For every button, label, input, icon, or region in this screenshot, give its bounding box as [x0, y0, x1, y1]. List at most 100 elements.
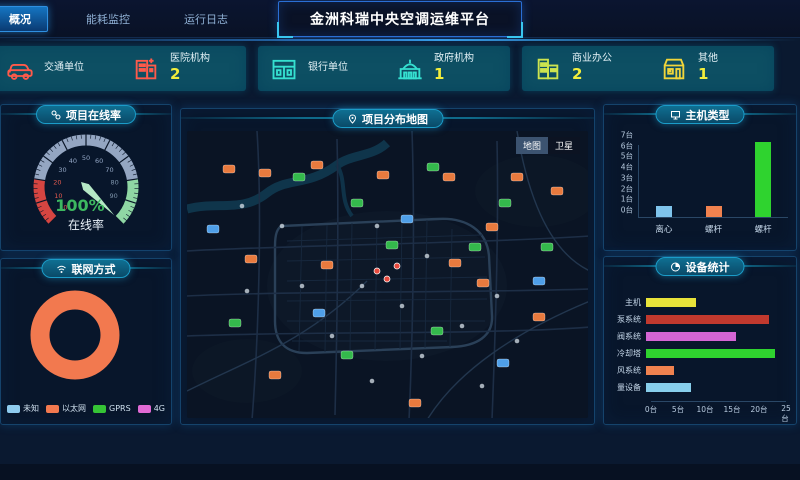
map-marker-blue[interactable] [401, 215, 413, 223]
map-marker-orange[interactable] [443, 173, 455, 181]
map-marker-dot[interactable] [300, 284, 305, 289]
legend-label: GPRS [109, 404, 131, 413]
wifi-icon [57, 264, 67, 274]
map-marker-dot[interactable] [370, 379, 375, 384]
map-marker-orange[interactable] [449, 259, 461, 267]
stat-item-医院机构[interactable]: 医院机构2 [120, 53, 246, 84]
map-marker-dot[interactable] [280, 224, 285, 229]
map-marker-orange[interactable] [321, 261, 333, 269]
online-rate-gauge: 0102030405060708090100%在线率 [1, 123, 171, 250]
map-marker-orange[interactable] [551, 187, 563, 195]
panel-title: 设备统计 [686, 259, 730, 275]
svg-text:90: 90 [109, 192, 117, 200]
panel-network-type: 联网方式 未知 以太网 GPRS 4G [0, 258, 172, 425]
x-tick: 20台 [750, 404, 767, 415]
legend-item-GPRS[interactable]: GPRS [93, 403, 131, 414]
map-marker-blue[interactable] [313, 309, 325, 317]
panel-network-header: 联网方式 [42, 259, 131, 278]
stat-item-政府机构[interactable]: 政府机构1 [384, 53, 510, 84]
map-marker-dot[interactable] [360, 284, 365, 289]
map-marker-green[interactable] [431, 327, 443, 335]
map-marker-green[interactable] [293, 173, 305, 181]
nav-tab-1[interactable]: 概况 [0, 6, 48, 32]
shop-icon [660, 55, 688, 83]
panel-device-stats: 设备统计 主机泵系统阀系统冷却塔风系统量设备0台5台10台15台20台25台 [603, 256, 797, 425]
x-label: 螺杆 [705, 223, 722, 235]
device-row-主机: 主机 [610, 297, 786, 308]
monitor-icon [671, 110, 681, 120]
map-marker-orange[interactable] [533, 313, 545, 321]
device-row-冷却塔: 冷却塔 [610, 348, 786, 359]
map-marker-pin[interactable] [384, 276, 390, 282]
device-bar [646, 383, 691, 392]
map-marker-pin[interactable] [394, 263, 400, 269]
x-label: 螺杆 [755, 223, 772, 235]
map-layer-button-卫星[interactable]: 卫星 [548, 137, 580, 154]
network-legend: 未知 以太网 GPRS 4G [1, 403, 171, 414]
y-tick: 6台 [621, 140, 633, 151]
device-row-风系统: 风系统 [610, 365, 786, 376]
platform-title-box: 金洲科瑞中央空调运维平台 [278, 1, 522, 37]
stat-item-其他[interactable]: 其他1 [648, 53, 774, 84]
map-marker-blue[interactable] [497, 359, 509, 367]
stat-label: 政府机构 [434, 53, 474, 66]
nav-tab-2[interactable]: 能耗监控 [70, 7, 146, 31]
map-marker-dot[interactable] [330, 334, 335, 339]
device-bar [646, 298, 696, 307]
map-marker-green[interactable] [499, 199, 511, 207]
map-marker-blue[interactable] [207, 225, 219, 233]
y-tick: 2台 [621, 183, 633, 194]
device-label: 冷却塔 [610, 348, 646, 359]
map-marker-orange[interactable] [311, 161, 323, 169]
map-marker-orange[interactable] [511, 173, 523, 181]
panel-project-map: 项目分布地图 [180, 108, 595, 425]
stat-item-银行单位[interactable]: 银行单位 [258, 55, 384, 83]
map-marker-orange[interactable] [223, 165, 235, 173]
device-label: 阀系统 [610, 331, 646, 342]
map-marker-orange[interactable] [269, 371, 281, 379]
panel-host-type-header: 主机类型 [656, 105, 745, 124]
y-tick: 3台 [621, 172, 633, 183]
nav-tab-3[interactable]: 运行日志 [168, 7, 244, 31]
map-marker-dot[interactable] [495, 294, 500, 299]
map-marker-dot[interactable] [420, 354, 425, 359]
legend-label: 以太网 [62, 403, 86, 414]
y-tick: 1台 [621, 194, 633, 205]
map-layer-button-地图[interactable]: 地图 [516, 137, 548, 154]
legend-label: 4G [154, 404, 165, 413]
map-marker-green[interactable] [386, 241, 398, 249]
svg-text:100%: 100% [55, 196, 104, 215]
map-marker-dot[interactable] [245, 289, 250, 294]
hospital-icon [132, 55, 160, 83]
x-tick: 25台 [781, 404, 791, 424]
legend-item-未知[interactable]: 未知 [7, 403, 39, 414]
map-marker-green[interactable] [541, 243, 553, 251]
map-marker-dot[interactable] [240, 204, 245, 209]
map-marker-green[interactable] [341, 351, 353, 359]
map-marker-blue[interactable] [533, 277, 545, 285]
stat-item-交通单位[interactable]: 交通单位 [0, 55, 120, 83]
map-marker-dot[interactable] [425, 254, 430, 259]
map-marker-green[interactable] [351, 199, 363, 207]
map-marker-orange[interactable] [259, 169, 271, 177]
map-marker-dot[interactable] [400, 304, 405, 309]
stat-label: 银行单位 [308, 62, 348, 75]
stat-item-商业办公[interactable]: 商业办公2 [522, 53, 648, 84]
map-marker-green[interactable] [469, 243, 481, 251]
map-marker-orange[interactable] [477, 279, 489, 287]
legend-item-以太网[interactable]: 以太网 [46, 403, 86, 414]
map-marker-orange[interactable] [409, 399, 421, 407]
map-marker-green[interactable] [229, 319, 241, 327]
map-marker-orange[interactable] [245, 255, 257, 263]
map-marker-dot[interactable] [515, 339, 520, 344]
map-marker-pin[interactable] [374, 268, 380, 274]
map-marker-dot[interactable] [480, 384, 485, 389]
map-marker-orange[interactable] [377, 171, 389, 179]
map-marker-dot[interactable] [375, 224, 380, 229]
device-label: 泵系统 [610, 314, 646, 325]
map-marker-orange[interactable] [486, 223, 498, 231]
legend-item-4G[interactable]: 4G [138, 403, 165, 414]
map-marker-dot[interactable] [460, 324, 465, 329]
map-canvas[interactable]: 地图卫星 [187, 131, 588, 418]
map-marker-green[interactable] [427, 163, 439, 171]
